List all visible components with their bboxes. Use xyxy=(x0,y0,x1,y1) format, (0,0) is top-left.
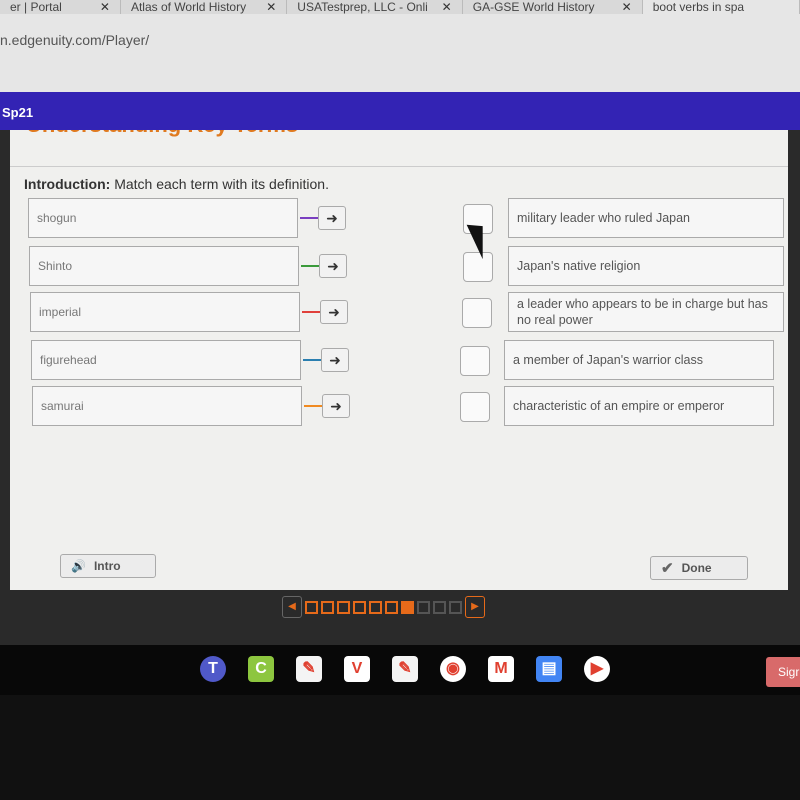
chrome-icon[interactable]: ◉ xyxy=(440,656,466,682)
page-indicator[interactable] xyxy=(337,600,350,614)
page-indicator[interactable] xyxy=(305,600,318,614)
classlink-icon[interactable]: C xyxy=(248,656,274,682)
term-card[interactable]: figurehead xyxy=(31,340,301,380)
drag-arrow-icon[interactable]: ➜ xyxy=(319,254,347,278)
tab[interactable]: Atlas of World History ✕ xyxy=(121,0,288,14)
instructions: Introduction: Match each term with its d… xyxy=(24,176,329,192)
drop-target[interactable] xyxy=(462,298,492,328)
page-indicator[interactable] xyxy=(353,600,366,614)
connector-line xyxy=(304,405,322,407)
close-icon[interactable]: ✕ xyxy=(266,0,276,14)
course-header: Sp21 xyxy=(0,92,800,130)
term-card[interactable]: imperial xyxy=(30,292,300,332)
connector-line xyxy=(302,311,320,313)
drop-target[interactable] xyxy=(460,392,490,422)
sign-out-button[interactable]: Sigr xyxy=(766,657,800,687)
definition-card[interactable]: characteristic of an empire or emperor xyxy=(504,386,774,426)
app-icon[interactable]: ✎ xyxy=(296,656,322,682)
page-indicator[interactable] xyxy=(433,600,446,614)
url-text[interactable]: n.edgenuity.com/Player/ xyxy=(0,32,149,48)
tab-active[interactable]: boot verbs in spa xyxy=(642,0,800,14)
divider xyxy=(10,166,788,167)
intro-label: Introduction: xyxy=(24,176,111,192)
tab[interactable]: GA-GSE World History ✕ xyxy=(463,0,643,14)
done-button[interactable]: ✔ Done xyxy=(650,556,748,580)
drag-arrow-icon[interactable]: ➜ xyxy=(318,206,346,230)
drag-arrow-icon[interactable]: ➜ xyxy=(321,348,349,372)
connector-line xyxy=(303,359,321,361)
tab-label: GA-GSE World History xyxy=(472,0,595,14)
drop-target[interactable] xyxy=(463,252,493,282)
play-store-icon[interactable]: ▶ xyxy=(584,656,610,682)
address-bar[interactable]: n.edgenuity.com/Player/ xyxy=(0,14,800,92)
app-icon[interactable]: ✎ xyxy=(392,656,418,682)
teams-icon[interactable]: T xyxy=(200,656,226,682)
close-icon[interactable]: ✕ xyxy=(622,0,632,14)
intro-text: Match each term with its definition. xyxy=(110,176,329,192)
page-indicator[interactable] xyxy=(321,600,334,614)
close-icon[interactable]: ✕ xyxy=(100,0,110,14)
page-navigation: ◀ ▶ xyxy=(282,596,485,618)
page-indicator[interactable] xyxy=(369,600,382,614)
connector-line xyxy=(301,265,319,267)
tab-label: USATestprep, LLC - Onli xyxy=(297,0,428,14)
tab[interactable]: er | Portal ✕ xyxy=(0,0,121,14)
page-indicator[interactable] xyxy=(417,600,430,614)
term-card[interactable]: samurai xyxy=(32,386,302,426)
drag-arrow-icon[interactable]: ➜ xyxy=(320,300,348,324)
page-indicator[interactable] xyxy=(401,600,414,614)
term-card[interactable]: shogun xyxy=(28,198,298,238)
definition-card[interactable]: Japan's native religion xyxy=(508,246,784,286)
gmail-icon[interactable]: M xyxy=(488,656,514,682)
next-page-button[interactable]: ▶ xyxy=(465,596,485,618)
vocab-icon[interactable]: V xyxy=(344,656,370,682)
drag-arrow-icon[interactable]: ➜ xyxy=(322,394,350,418)
tab-label: Atlas of World History xyxy=(130,0,247,14)
intro-button[interactable]: 🔊 Intro xyxy=(60,554,156,578)
page-indicator[interactable] xyxy=(449,600,462,614)
tab-label: er | Portal xyxy=(10,0,62,14)
definition-card[interactable]: military leader who ruled Japan xyxy=(508,198,784,238)
close-icon[interactable]: ✕ xyxy=(442,0,452,14)
course-name: Sp21 xyxy=(2,105,34,120)
page-indicator[interactable] xyxy=(385,600,398,614)
term-card[interactable]: Shinto xyxy=(29,246,299,286)
intro-label: Intro xyxy=(93,559,121,573)
definition-card[interactable]: a leader who appears to be in charge but… xyxy=(508,292,784,332)
drop-target[interactable] xyxy=(460,346,490,376)
docs-icon[interactable]: ▤ xyxy=(536,656,562,682)
connector-line xyxy=(300,217,318,219)
check-icon: ✔ xyxy=(661,560,674,577)
browser-tabs: er | Portal ✕ Atlas of World History ✕ USA… xyxy=(0,0,800,14)
definition-card[interactable]: a member of Japan's warrior class xyxy=(504,340,774,380)
prev-page-button[interactable]: ◀ xyxy=(282,596,302,618)
tab[interactable]: USATestprep, LLC - Onli ✕ xyxy=(287,0,463,14)
speaker-icon: 🔊 xyxy=(71,559,86,573)
done-label: Done xyxy=(681,561,712,575)
tab-label: boot verbs in spa xyxy=(652,0,745,14)
